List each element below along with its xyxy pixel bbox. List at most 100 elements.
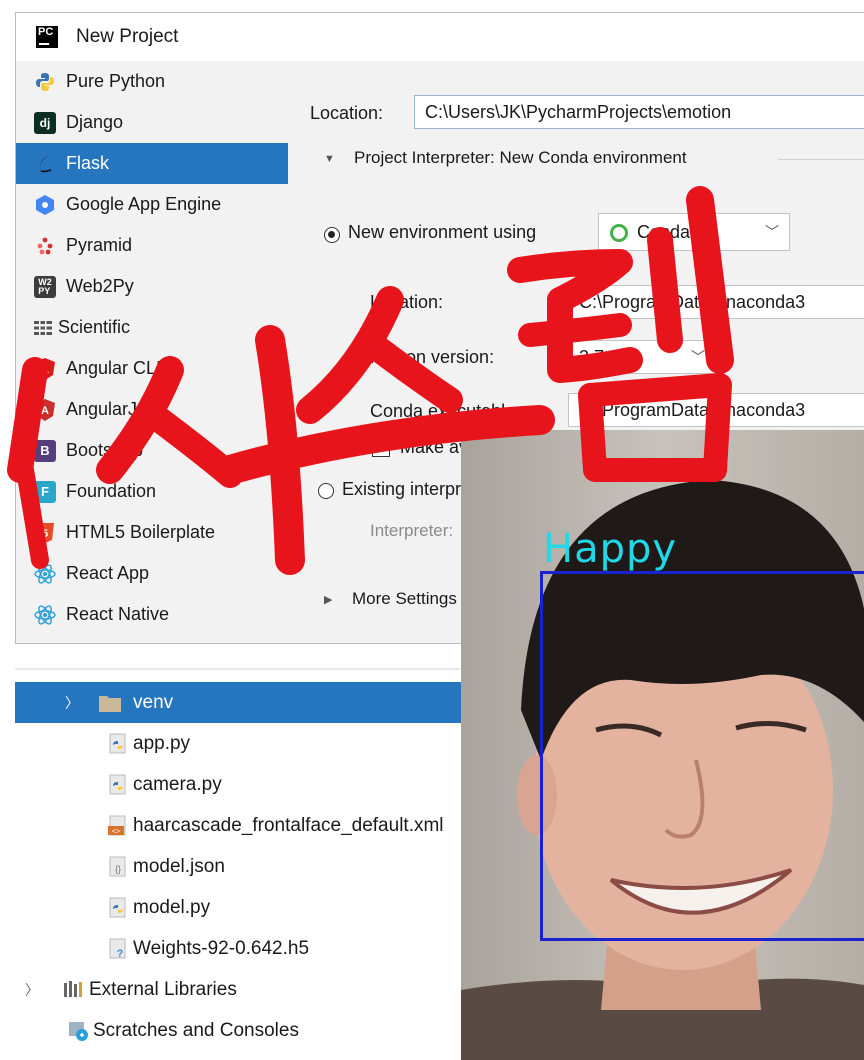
tree-row-scratches[interactable]: Scratches and Consoles [15,1010,475,1051]
conda-icon [610,224,628,242]
sidebar-item-label: Web2Py [66,276,134,296]
react-icon [34,604,56,626]
new-environment-radio[interactable] [324,227,340,243]
libraries-icon [63,979,87,1001]
sidebar-item-label: Google App Engine [66,194,222,214]
interpreter-label: Interpreter: [370,521,454,540]
sidebar-item-django[interactable]: dj Django [16,102,288,143]
chevron-right-icon[interactable]: 〉 [25,980,49,1000]
flask-icon [34,153,56,175]
tree-row-venv[interactable]: 〉 venv [15,682,475,723]
angular-cli-icon: A [34,357,56,380]
svg-text:5: 5 [42,528,48,540]
sidebar-item-label: Scientific [58,317,131,337]
sidebar-item-web2py[interactable]: W2 PY Web2Py [16,266,288,307]
sidebar-item-angularjs[interactable]: A AngularJS [16,389,288,430]
python-version-select[interactable]: 3.7 ﹀ [568,340,716,374]
html5-icon: 5 [34,522,56,544]
sidebar-item-label: React App [66,563,150,583]
sidebar-item-pyramid[interactable]: Pyramid [16,225,288,266]
conda-executable-label: Conda executable: [370,401,521,421]
tree-top-border [15,668,475,670]
google-app-engine-icon [34,194,56,216]
section-divider [778,159,864,160]
webcam-feed: Happy [461,430,864,1060]
folder-icon [99,692,123,714]
pycharm-logo-icon: PC [36,26,58,48]
xml-file-icon: <> [107,815,131,837]
svg-text:?: ? [117,948,124,960]
dialog-titlebar: PC New Project [16,13,864,62]
sidebar-item-flask[interactable]: Flask [16,143,288,184]
more-settings-link[interactable]: More Settings [352,589,457,609]
tree-row-label: Weights-92-0.642.h5 [133,937,310,959]
tree-row-label: External Libraries [89,978,237,1000]
face-detection-box [540,571,864,941]
tree-row-model-json[interactable]: {} model.json [15,846,475,887]
tree-row-label: model.json [133,855,225,877]
python-file-icon [107,897,131,919]
new-environment-label[interactable]: New environment using [348,222,536,243]
sidebar-item-label: React Native [66,604,170,624]
django-icon: dj [34,111,56,134]
interpreter-section-title[interactable]: Project Interpreter: New Conda environme… [354,148,687,168]
environment-tool-select[interactable]: Conda ﹀ [598,213,790,251]
tree-row-label: app.py [133,732,191,754]
svg-text:<>: <> [112,828,120,835]
sidebar-item-pure-python[interactable]: Pure Python [16,61,288,102]
python-file-icon [107,774,131,796]
angularjs-icon: A [34,398,56,421]
sidebar-item-bootstrap[interactable]: B Bootstrap [16,430,288,471]
sidebar-item-label: Angular CLI [66,358,162,378]
chevron-down-icon: ﹀ [691,349,705,365]
conda-executable-input[interactable]: C:\ProgramData\Anaconda3 [568,393,864,427]
sidebar-item-label: Foundation [66,481,157,501]
sidebar-item-html5-boilerplate[interactable]: 5 HTML5 Boilerplate [16,512,288,553]
python-file-icon [107,733,131,755]
collapse-triangle-icon[interactable]: ▼ [324,153,335,165]
python-version-value: 3.7 [579,347,605,367]
sidebar-item-label: Flask [66,153,110,173]
location-label: Location: [310,103,384,123]
sidebar-item-react-app[interactable]: React App [16,553,288,594]
existing-interpreter-radio[interactable] [318,483,334,499]
chevron-down-icon: ﹀ [765,224,779,240]
expand-triangle-icon[interactable]: ▶ [324,593,332,606]
location-input[interactable]: C:\Users\JK\PycharmProjects\emotion [414,95,864,129]
sidebar-item-label: Django [66,112,124,132]
sidebar-item-label: AngularJS [66,399,150,419]
sidebar-item-label: HTML5 Boilerplate [66,522,216,542]
tree-row-label: venv [133,691,174,713]
env-location-input[interactable]: C:\ProgramData\Anaconda3 [568,285,864,319]
tree-row-camera-py[interactable]: camera.py [15,764,475,805]
sidebar-item-foundation[interactable]: F Foundation [16,471,288,512]
svg-text:A: A [41,405,49,417]
project-tree: 〉 venv app.py camera.py <> haarcascade_f… [15,668,475,1060]
sidebar-item-label: Bootstrap [66,440,144,460]
svg-text:A: A [41,364,49,376]
sidebar-item-react-native[interactable]: React Native [16,594,288,635]
tree-row-haarcascade-xml[interactable]: <> haarcascade_frontalface_default.xml [15,805,475,846]
tree-row-label: model.py [133,896,211,918]
emotion-label: Happy [543,526,678,572]
svg-text:{}: {} [115,864,121,874]
sidebar-item-google-app-engine[interactable]: Google App Engine [16,184,288,225]
dialog-title: New Project [76,26,179,47]
json-file-icon: {} [107,856,131,878]
tree-row-weights-h5[interactable]: ? Weights-92-0.642.h5 [15,928,475,969]
tree-row-label: camera.py [133,773,222,795]
tree-row-external-libraries[interactable]: 〉 External Libraries [15,969,475,1010]
python-icon [34,71,56,93]
sidebar-item-scientific[interactable]: Scientific [16,307,288,348]
sidebar-item-label: Pyramid [66,235,133,255]
sidebar-item-angular-cli[interactable]: A Angular CLI [16,348,288,389]
chevron-right-icon[interactable]: 〉 [65,693,83,713]
tree-row-label: Scratches and Consoles [93,1019,299,1041]
tree-row-model-py[interactable]: model.py [15,887,475,928]
make-available-checkbox[interactable] [372,439,390,457]
sidebar-item-label: Pure Python [66,71,166,91]
python-version-label: Python version: [370,347,495,367]
web2py-icon: W2 PY [34,275,56,298]
pyramid-icon [34,235,56,257]
tree-row-app-py[interactable]: app.py [15,723,475,764]
